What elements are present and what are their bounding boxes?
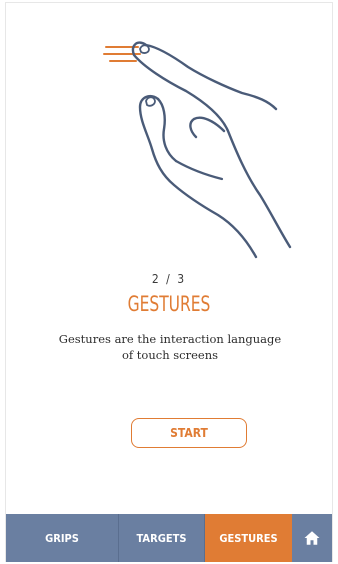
tab-grips-label: GRIPS xyxy=(45,531,79,545)
swipe-hand-illustration xyxy=(103,41,292,259)
tab-gestures-label: GESTURES xyxy=(219,531,278,545)
start-button[interactable]: START xyxy=(131,418,247,448)
tab-gestures[interactable]: GESTURES xyxy=(205,514,292,562)
description-line-2: of touch screens xyxy=(121,348,219,362)
tab-targets-label: TARGETS xyxy=(136,531,187,545)
step-counter: 2 / 3 xyxy=(151,272,187,286)
home-tab[interactable] xyxy=(292,514,332,562)
description-line-1: Gestures are the interaction language xyxy=(58,332,282,346)
bottom-tab-bar: GRIPS TARGETS GESTURES xyxy=(6,514,332,562)
tab-grips[interactable]: GRIPS xyxy=(6,514,119,562)
tab-targets[interactable]: TARGETS xyxy=(119,514,205,562)
description: Gestures are the interaction language of… xyxy=(46,331,294,363)
page-title: GESTURES xyxy=(127,292,211,316)
onboarding-screen: 2 / 3 GESTURES Gestures are the interact… xyxy=(5,2,333,562)
home-icon xyxy=(304,531,320,545)
